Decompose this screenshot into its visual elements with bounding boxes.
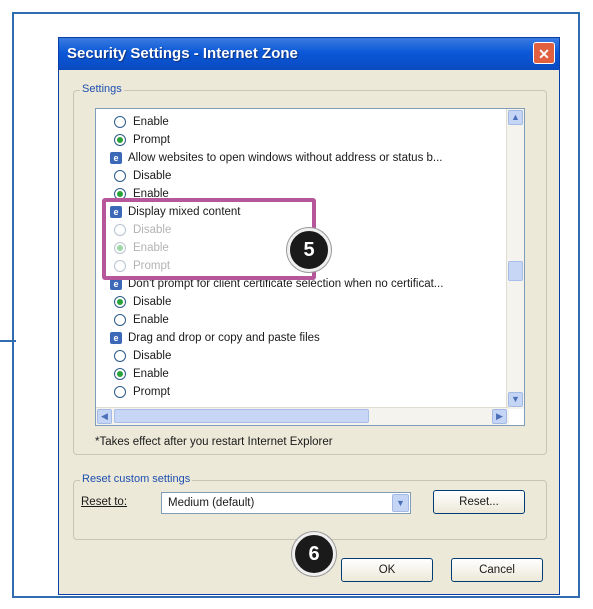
- reset-button[interactable]: Reset...: [433, 490, 525, 514]
- chevron-down-icon[interactable]: ▼: [392, 494, 409, 512]
- display-mixed-content-highlight: [102, 198, 316, 280]
- radio-option[interactable]: Disable: [114, 167, 171, 185]
- step-6-badge: 6: [292, 532, 336, 576]
- scroll-down-button[interactable]: ▼: [508, 392, 523, 407]
- radio-option[interactable]: Enable: [114, 113, 169, 131]
- option-label: Disable: [133, 296, 172, 308]
- close-button[interactable]: ✕: [533, 42, 555, 64]
- radio-button[interactable]: [114, 170, 126, 182]
- option-label: Disable: [133, 170, 172, 182]
- radio-option[interactable]: Prompt: [114, 131, 170, 149]
- category-label: Allow websites to open windows without a…: [128, 152, 443, 164]
- vertical-scrollbar[interactable]: ▲ ▼: [506, 109, 524, 409]
- radio-button[interactable]: [114, 368, 126, 380]
- option-label: Disable: [133, 350, 172, 362]
- title-bar[interactable]: Security Settings - Internet Zone ✕: [59, 38, 559, 70]
- scroll-right-button[interactable]: ▶: [492, 409, 507, 424]
- restart-note: *Takes effect after you restart Internet…: [95, 436, 333, 448]
- dialog-title: Security Settings - Internet Zone: [67, 45, 298, 62]
- option-label: Enable: [133, 314, 169, 326]
- security-settings-dialog: Security Settings - Internet Zone ✕ Sett…: [58, 37, 560, 595]
- radio-option[interactable]: Disable: [114, 293, 171, 311]
- option-label: Enable: [133, 116, 169, 128]
- ie-settings-icon: e: [110, 152, 122, 164]
- settings-category: e Drag and drop or copy and paste files: [110, 329, 320, 347]
- radio-option[interactable]: Prompt: [114, 383, 170, 401]
- radio-option[interactable]: Disable: [114, 347, 171, 365]
- reset-level-value: Medium (default): [168, 497, 255, 509]
- category-label: Drag and drop or copy and paste files: [128, 332, 320, 344]
- radio-option[interactable]: Enable: [114, 365, 169, 383]
- radio-button[interactable]: [114, 314, 126, 326]
- radio-button[interactable]: [114, 296, 126, 308]
- option-label: Prompt: [133, 134, 171, 146]
- cancel-button[interactable]: Cancel: [451, 558, 543, 582]
- radio-option[interactable]: Enable: [114, 311, 169, 329]
- radio-button[interactable]: [114, 116, 126, 128]
- settings-group-label: Settings: [80, 83, 124, 95]
- scroll-left-button[interactable]: ◀: [97, 409, 112, 424]
- vertical-scroll-thumb[interactable]: [508, 261, 523, 281]
- settings-category: e Allow websites to open windows without …: [110, 149, 443, 167]
- radio-button[interactable]: [114, 134, 126, 146]
- reset-to-label-text: Reset to:: [81, 496, 128, 508]
- option-label: Enable: [133, 368, 169, 380]
- horizontal-scroll-thumb[interactable]: [114, 409, 369, 423]
- scroll-up-button[interactable]: ▲: [508, 110, 523, 125]
- ie-settings-icon: e: [110, 332, 122, 344]
- radio-button[interactable]: [114, 350, 126, 362]
- reset-group-label: Reset custom settings: [80, 473, 193, 485]
- step-5-badge: 5: [287, 228, 331, 272]
- option-label: Prompt: [133, 386, 171, 398]
- ok-button[interactable]: OK: [341, 558, 433, 582]
- horizontal-scrollbar[interactable]: ◀ ▶: [96, 407, 509, 425]
- reset-level-select[interactable]: Medium (default) ▼: [161, 492, 411, 514]
- reset-to-label: Reset to:: [81, 496, 127, 508]
- radio-button[interactable]: [114, 386, 126, 398]
- guide-connector-line: [0, 340, 16, 342]
